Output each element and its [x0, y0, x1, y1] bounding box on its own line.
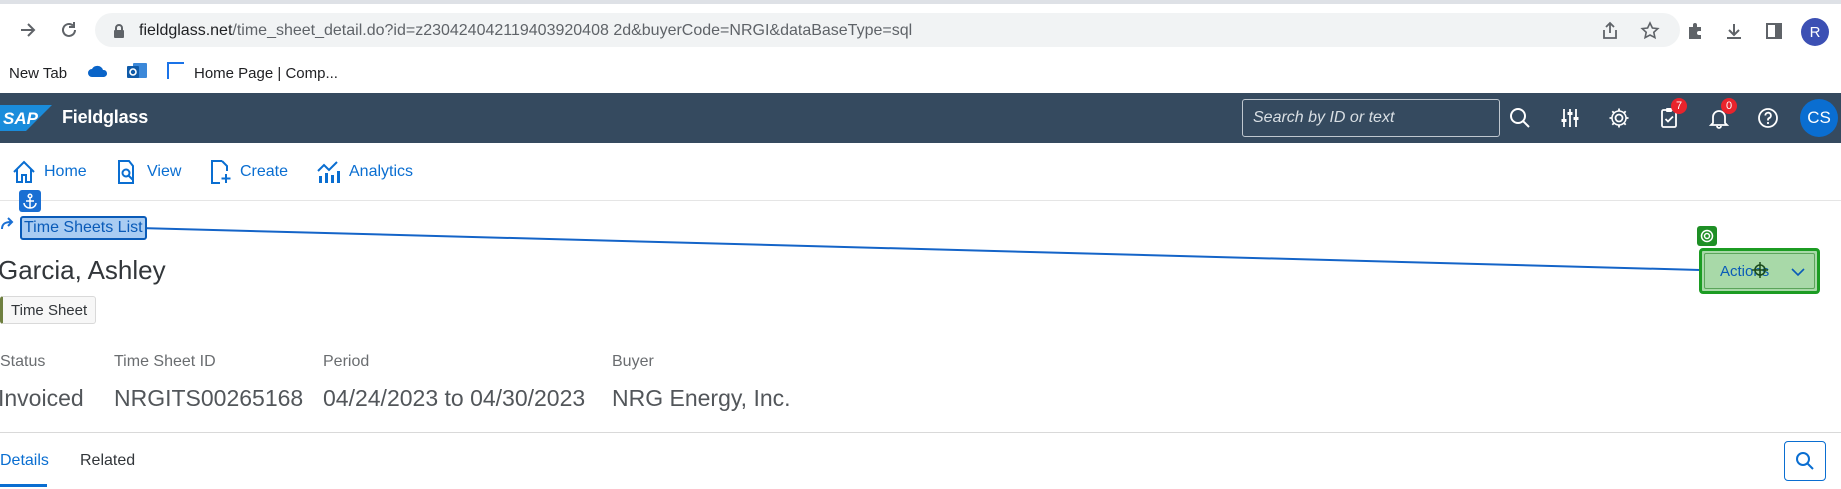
global-search-field[interactable] — [1242, 99, 1500, 137]
bookmark-label: Home Page | Comp... — [194, 64, 338, 82]
bookmark-label: New Tab — [9, 64, 68, 82]
bookmark-new-tab[interactable]: New Tab — [9, 60, 67, 86]
time-sheet-id-value: NRGITS00265168 — [114, 385, 304, 411]
page-title: Garcia, Ashley — [0, 255, 166, 285]
onedrive-cloud-icon — [87, 64, 109, 82]
lock-icon[interactable] — [107, 19, 131, 43]
search-icon[interactable] — [1507, 105, 1533, 131]
url-text: fieldglass.net/time_sheet_detail.do?id=z… — [139, 22, 912, 40]
settings-gear-icon[interactable] — [1606, 105, 1632, 131]
notifications-bell-icon[interactable]: 0 — [1706, 98, 1737, 131]
nav-analytics[interactable]: Analytics — [316, 157, 413, 187]
nav-view[interactable]: View — [114, 157, 181, 187]
buyer-label: Buyer — [612, 353, 654, 370]
chevron-down-icon — [1791, 268, 1805, 277]
analytics-chart-icon — [317, 161, 340, 183]
side-panel-icon[interactable] — [1762, 19, 1786, 43]
nav-home[interactable]: Home — [11, 157, 87, 187]
bookmark-star-icon[interactable] — [1638, 19, 1662, 43]
nav-create[interactable]: Create — [207, 157, 288, 187]
forward-arrow-icon[interactable] — [13, 15, 43, 45]
tasks-count-badge: 7 — [1671, 98, 1687, 114]
page-frame-icon — [166, 61, 186, 85]
back-arrow-icon[interactable] — [0, 215, 16, 233]
time-sheet-id-label: Time Sheet ID — [114, 353, 216, 370]
object-type-tag: Time Sheet — [0, 296, 97, 324]
nav-view-label: View — [147, 163, 182, 180]
user-avatar[interactable]: CS — [1800, 99, 1838, 137]
extensions-puzzle-icon[interactable] — [1683, 19, 1707, 43]
sap-logo[interactable]: SAP — [0, 105, 52, 131]
outlook-icon — [126, 61, 148, 85]
search-icon — [1796, 452, 1814, 470]
breadcrumb-time-sheets-list[interactable]: Time Sheets List — [20, 216, 147, 240]
tab-details-selected-indicator — [0, 484, 47, 487]
create-document-plus-icon — [211, 160, 231, 184]
bookmark-outlook[interactable] — [126, 60, 148, 86]
status-value: Invoiced — [0, 385, 84, 411]
period-label: Period — [323, 353, 370, 370]
content-search-button[interactable] — [1784, 441, 1826, 481]
shell-bar: SAP Fieldglass 7 0 CS — [0, 93, 1841, 143]
url-path: /time_sheet_detail.do?id=z23042404211940… — [232, 22, 913, 39]
crosshair-cursor-icon — [1750, 260, 1770, 280]
top-navigation: Home View Create Analytics — [0, 143, 1841, 201]
anchor-icon — [19, 190, 41, 212]
nav-create-label: Create — [240, 163, 289, 180]
product-name: Fieldglass — [62, 107, 149, 127]
reload-icon[interactable] — [54, 15, 84, 45]
help-icon[interactable] — [1755, 105, 1781, 131]
bookmark-onedrive[interactable] — [87, 60, 109, 86]
svg-text:SAP: SAP — [3, 109, 39, 128]
browser-toolbar: fieldglass.net/time_sheet_detail.do?id=z… — [0, 4, 1841, 54]
nav-analytics-label: Analytics — [349, 163, 414, 180]
bookmark-home-page[interactable]: Home Page | Comp... — [166, 60, 338, 86]
browser-profile-avatar[interactable]: R — [1801, 18, 1829, 46]
notifications-count-badge: 0 — [1721, 98, 1737, 114]
global-search-input[interactable] — [1243, 100, 1499, 136]
status-label: Status — [0, 353, 46, 370]
tab-related[interactable]: Related — [80, 452, 135, 470]
share-icon[interactable] — [1598, 19, 1622, 43]
bookmarks-bar: New Tab Home Page | Comp... — [0, 54, 1841, 93]
filter-sliders-icon[interactable] — [1557, 105, 1583, 131]
target-icon — [1697, 226, 1717, 246]
view-document-search-icon — [118, 160, 134, 184]
nav-home-label: Home — [44, 163, 87, 180]
tasks-clipboard-icon[interactable]: 7 — [1656, 98, 1687, 131]
download-icon[interactable] — [1722, 19, 1746, 43]
home-icon — [13, 160, 35, 183]
content-separator — [0, 432, 1841, 433]
url-host: fieldglass.net — [139, 22, 233, 39]
tab-details[interactable]: Details — [0, 452, 49, 470]
address-bar[interactable]: fieldglass.net/time_sheet_detail.do?id=z… — [95, 13, 1680, 47]
period-value: 04/24/2023 to 04/30/2023 — [323, 385, 586, 411]
buyer-value: NRG Energy, Inc. — [612, 385, 791, 411]
